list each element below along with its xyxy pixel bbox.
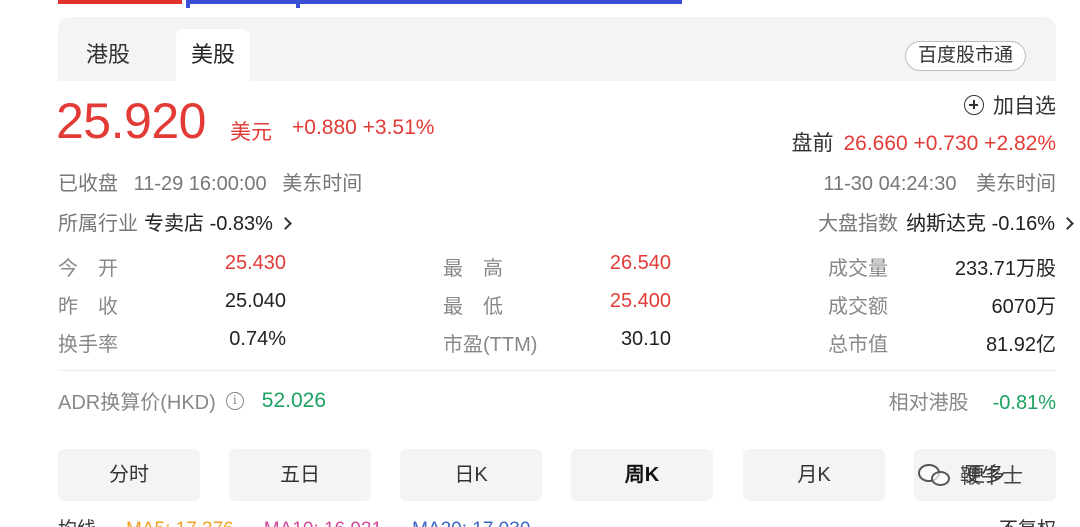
wechat-icon xyxy=(918,462,952,488)
premarket-quote: 盘前 26.660 +0.730 +2.82% xyxy=(791,127,1056,157)
premarket-time: 11-30 04:24:30 xyxy=(823,173,957,195)
period-five-day[interactable]: 五日 xyxy=(229,449,371,501)
stat-market-cap: 81.92亿 xyxy=(985,334,1056,356)
chevron-right-icon xyxy=(1061,217,1074,230)
industry-link[interactable]: 所属行业 专卖店 -0.83% xyxy=(58,207,292,236)
top-strip-blue-edge xyxy=(186,0,190,8)
plus-circle-icon xyxy=(964,95,984,115)
price-change: +0.880 +3.51% xyxy=(292,116,435,139)
index-label: 大盘指数 xyxy=(818,213,899,235)
add-watchlist-label: 加自选 xyxy=(993,95,1056,118)
moving-average-legend: 均线 MA5: 17.376 MA10: 16.921 MA20: 17.030 xyxy=(58,514,560,527)
premarket-status: 11-30 04:24:30 美东时间 xyxy=(809,167,1056,196)
watermark-text: 鞭牛士 xyxy=(960,465,1023,488)
stat-label-volume: 成交量 xyxy=(828,258,888,280)
adr-price-row: ADR换算价(HKD) i 52.026 xyxy=(58,386,326,415)
close-time: 11-29 16:00:00 xyxy=(133,173,267,195)
current-price: 25.920 xyxy=(56,93,206,149)
stat-turnover: 0.74% xyxy=(229,328,286,350)
market-status: 已收盘 11-29 16:00:00 美东时间 xyxy=(58,167,372,196)
stat-volume: 233.71万股 xyxy=(954,258,1056,280)
price-currency: 美元 xyxy=(230,121,272,144)
chart-period-tabs: 分时 五日 日K 周K 月K 更多 xyxy=(58,449,1056,501)
period-intraday[interactable]: 分时 xyxy=(58,449,200,501)
industry-label: 所属行业 xyxy=(58,213,138,235)
stat-label-low: 最 低 xyxy=(443,296,503,318)
close-timezone: 美东时间 xyxy=(282,173,363,195)
section-divider xyxy=(58,370,1056,371)
stat-low: 25.400 xyxy=(609,290,671,312)
stat-label-turnover: 换手率 xyxy=(58,334,118,356)
relative-hk-value: -0.81% xyxy=(992,392,1056,414)
market-tab-bar: 港股 美股 百度股市通 xyxy=(58,17,1056,81)
adjust-selector[interactable]: 不复权 xyxy=(999,514,1056,527)
stat-pe: 30.10 xyxy=(620,328,671,350)
stat-label-amount: 成交额 xyxy=(828,296,888,318)
premarket-timezone: 美东时间 xyxy=(976,173,1056,195)
ma-label: 均线 xyxy=(58,519,96,527)
relative-hk-row: 相对港股 -0.81% xyxy=(889,386,1056,415)
chevron-right-icon xyxy=(279,217,292,230)
market-status-text: 已收盘 xyxy=(58,173,118,195)
tab-hk-stocks[interactable]: 港股 xyxy=(72,29,144,81)
stat-prev: 25.040 xyxy=(224,290,286,312)
stat-label-market-cap: 总市值 xyxy=(828,334,888,356)
period-daily-k[interactable]: 日K xyxy=(400,449,542,501)
watermark: 鞭牛士 xyxy=(918,460,1023,490)
top-strip-red xyxy=(58,0,182,4)
premarket-value: 26.660 +0.730 +2.82% xyxy=(843,132,1056,155)
ma20-value: MA20: 17.030 xyxy=(412,519,530,527)
stat-label-high: 最 高 xyxy=(443,258,503,280)
period-weekly-k[interactable]: 周K xyxy=(571,449,713,501)
adr-value: 52.026 xyxy=(261,388,327,412)
industry-name: 专卖店 xyxy=(144,213,204,235)
top-strip-blue xyxy=(186,0,682,4)
adr-label: ADR换算价(HKD) xyxy=(58,392,216,414)
top-color-strip xyxy=(0,0,1080,8)
ma10-value: MA10: 16.921 xyxy=(264,519,382,527)
info-icon[interactable]: i xyxy=(225,391,244,410)
stat-amount: 6070万 xyxy=(991,296,1057,318)
stat-open: 25.430 xyxy=(224,252,286,274)
tab-us-stocks[interactable]: 美股 xyxy=(176,29,250,81)
stock-channel-button[interactable]: 百度股市通 xyxy=(904,41,1026,71)
stat-label-pe: 市盈(TTM) xyxy=(443,334,538,356)
top-strip-blue-edge xyxy=(296,0,300,8)
stat-label-prev: 昨 收 xyxy=(58,296,118,318)
index-name: 纳斯达克 xyxy=(906,213,987,235)
stat-label-open: 今 开 xyxy=(58,258,118,280)
index-link[interactable]: 大盘指数 纳斯达克 -0.16% xyxy=(818,207,1074,236)
ma5-value: MA5: 17.376 xyxy=(126,519,234,527)
period-monthly-k[interactable]: 月K xyxy=(743,449,885,501)
index-change: -0.16% xyxy=(991,213,1055,235)
premarket-label: 盘前 xyxy=(791,132,834,155)
industry-change: -0.83% xyxy=(209,213,273,235)
add-watchlist-button[interactable]: 加自选 xyxy=(964,90,1056,120)
relative-hk-label: 相对港股 xyxy=(888,392,969,414)
stat-high: 26.540 xyxy=(609,252,671,274)
